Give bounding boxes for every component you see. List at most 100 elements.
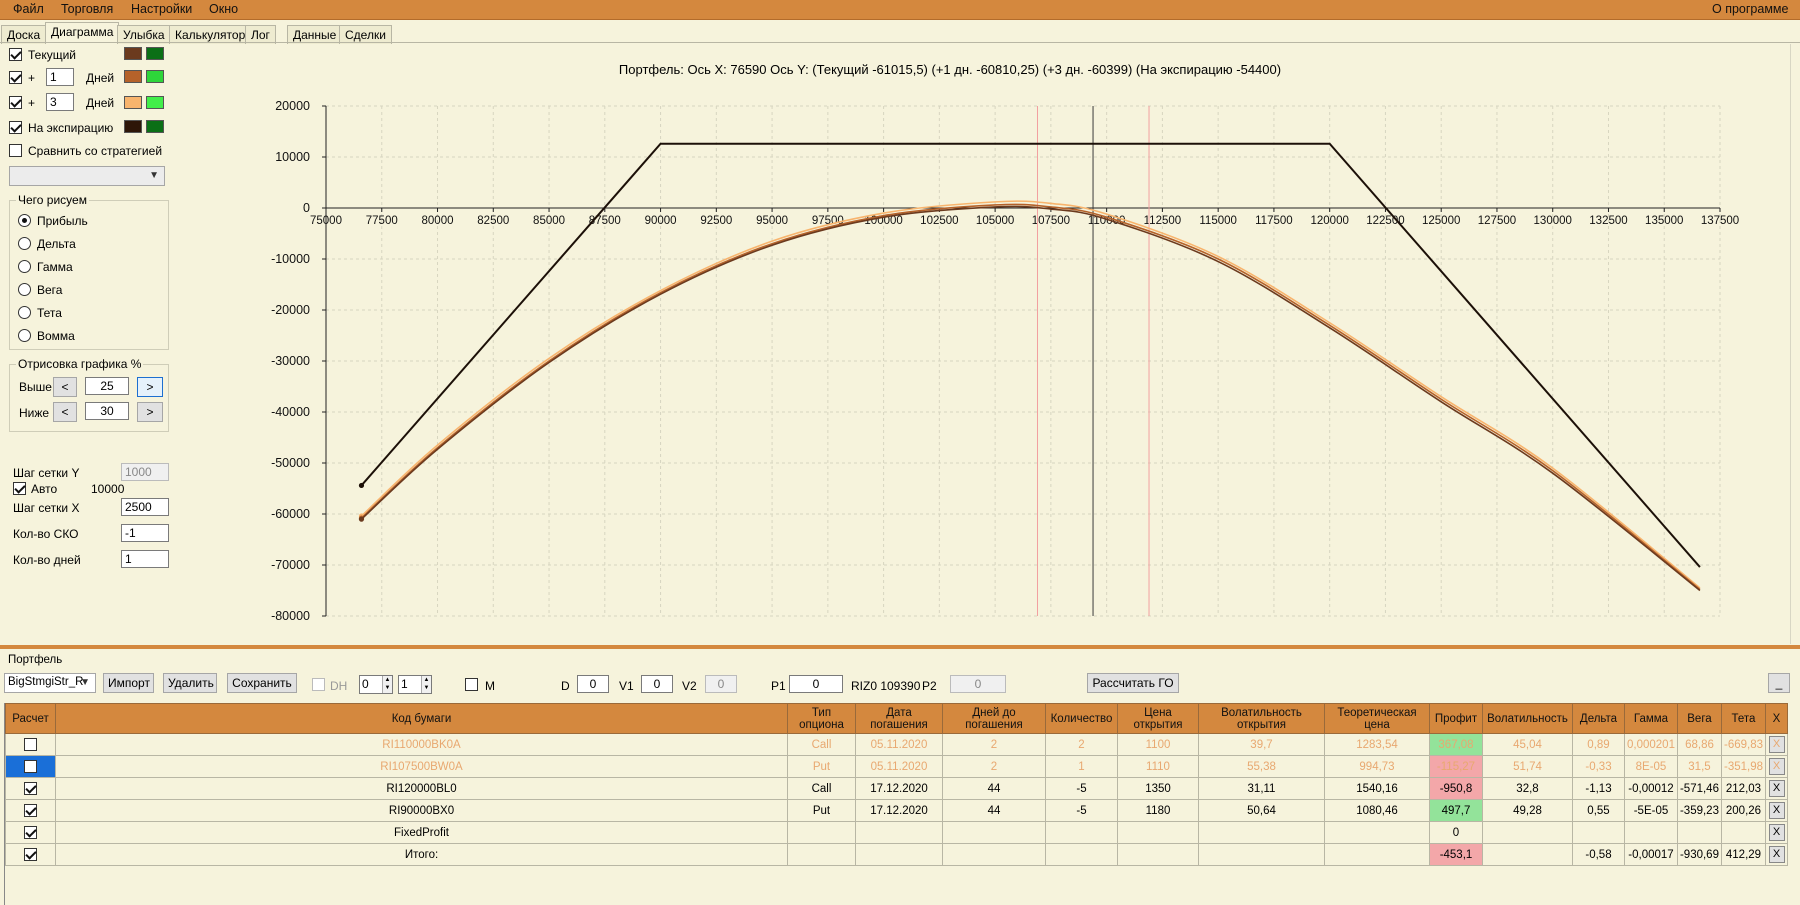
remove-row-button[interactable]: X: [1768, 846, 1785, 863]
cell-calc[interactable]: [5, 843, 56, 866]
positions-grid: Расчет Код бумаги Тип опциона Дата погаш…: [4, 703, 1796, 905]
compare-checkbox[interactable]: [9, 144, 22, 157]
calc-checkbox[interactable]: [24, 826, 37, 839]
import-button[interactable]: Импорт: [103, 673, 154, 693]
v2-input[interactable]: 0: [705, 675, 737, 693]
v1-input[interactable]: 0: [641, 675, 673, 693]
table-row[interactable]: RI90000BX0 Put 17.12.2020 44 -5 1180 50,64 1080…: [5, 799, 1788, 822]
calc-checkbox[interactable]: [24, 782, 37, 795]
menu-about[interactable]: О программе: [1712, 2, 1788, 16]
calc-go-button[interactable]: Рассчитать ГО: [1087, 673, 1179, 693]
col-delta[interactable]: Дельта: [1572, 703, 1625, 734]
days-label: Дней: [86, 96, 115, 110]
minimize-button[interactable]: _: [1768, 673, 1790, 693]
chart-scrollbar[interactable]: [1790, 44, 1800, 644]
menu-file[interactable]: Файл: [13, 2, 44, 16]
remove-row-button[interactable]: X: [1768, 824, 1785, 841]
auto-value: 10000: [91, 482, 125, 496]
cell-calc[interactable]: [5, 777, 56, 800]
exp-color-a[interactable]: [124, 120, 142, 133]
below-input[interactable]: 30: [85, 402, 129, 420]
col-open[interactable]: Цена открытия: [1117, 703, 1199, 734]
col-date[interactable]: Дата погашения: [855, 703, 943, 734]
col-type[interactable]: Тип опциона: [787, 703, 856, 734]
menu-settings[interactable]: Настройки: [131, 2, 192, 16]
table-row[interactable]: RI110000BK0A Call 05.11.2020 2 2 1100 39,7 1283…: [5, 733, 1788, 756]
table-row[interactable]: RI107500BW0A Put 05.11.2020 2 1 1110 55,38 994,…: [5, 755, 1788, 778]
spin2-input[interactable]: 1 ▲ ▼: [398, 675, 432, 694]
current-color-a[interactable]: [124, 47, 142, 60]
menu-window[interactable]: Окно: [209, 2, 238, 16]
spin1-input[interactable]: 0 ▲ ▼: [359, 675, 393, 694]
radio-delta[interactable]: [18, 237, 31, 250]
col-theo[interactable]: Теоретическая цена: [1324, 703, 1430, 734]
m-checkbox[interactable]: [465, 678, 478, 691]
radio-theta[interactable]: [18, 306, 31, 319]
table-row[interactable]: RI120000BL0 Call 17.12.2020 44 -5 1350 31,11 15…: [5, 777, 1788, 800]
radio-vomma[interactable]: [18, 329, 31, 342]
menu-trade[interactable]: Торговля: [61, 2, 113, 16]
col-calc[interactable]: Расчет: [5, 703, 56, 734]
table-row[interactable]: Итого: -453,1 -0,58 -0,00017 -930,69 412,29 X: [5, 843, 1788, 866]
cell-calc[interactable]: [5, 799, 56, 822]
panel-splitter[interactable]: [0, 645, 1800, 649]
d2-color-a[interactable]: [124, 96, 142, 109]
cell-delta: -1,13: [1572, 777, 1625, 800]
d-input[interactable]: 0: [577, 675, 609, 693]
remove-row-button[interactable]: X: [1768, 736, 1785, 753]
auto-checkbox[interactable]: [13, 482, 26, 495]
p2-input[interactable]: 0: [950, 675, 1006, 693]
x-tick-label: 130000: [1534, 215, 1572, 227]
table-row[interactable]: FixedProfit 0 X: [5, 821, 1788, 844]
col-vega[interactable]: Вега: [1676, 703, 1722, 734]
cell-days: 44: [942, 799, 1046, 822]
dh-checkbox[interactable]: [312, 678, 325, 691]
col-vol[interactable]: Волатильность: [1482, 703, 1573, 734]
radio-profit[interactable]: [18, 214, 31, 227]
current-checkbox[interactable]: [9, 48, 22, 61]
below-decrease-button[interactable]: <: [53, 402, 77, 422]
d1-color-a[interactable]: [124, 70, 142, 83]
calc-checkbox[interactable]: [24, 738, 37, 751]
radio-gamma[interactable]: [18, 260, 31, 273]
col-profit[interactable]: Профит: [1429, 703, 1483, 734]
col-gamma[interactable]: Гамма: [1624, 703, 1678, 734]
remove-row-button[interactable]: X: [1768, 780, 1785, 797]
save-button[interactable]: Сохранить: [227, 673, 297, 693]
remove-row-button[interactable]: X: [1768, 802, 1785, 819]
col-remove[interactable]: X: [1765, 703, 1788, 734]
p1-input[interactable]: 0: [789, 675, 843, 693]
cell-remove: X: [1765, 777, 1788, 800]
cell-date: [855, 821, 943, 844]
cell-calc[interactable]: [5, 733, 56, 756]
col-vol-open[interactable]: Волатильность открытия: [1198, 703, 1325, 734]
calc-checkbox[interactable]: [24, 848, 37, 861]
calc-checkbox[interactable]: [24, 804, 37, 817]
calc-checkbox[interactable]: [24, 760, 37, 773]
days1-checkbox[interactable]: [9, 71, 22, 84]
col-qty[interactable]: Количество: [1045, 703, 1118, 734]
portfolio-select[interactable]: BigStmgiStr_R ▼: [4, 673, 96, 693]
cell-theo: 1540,16: [1324, 777, 1430, 800]
spin-arrows-icon[interactable]: ▲ ▼: [421, 676, 431, 693]
strategy-select[interactable]: ▼: [9, 166, 165, 186]
cell-calc[interactable]: [5, 821, 56, 844]
col-theta[interactable]: Тета: [1720, 703, 1767, 734]
above-decrease-button[interactable]: <: [53, 377, 77, 397]
expiry-checkbox[interactable]: [9, 121, 22, 134]
days2-checkbox[interactable]: [9, 96, 22, 109]
cell-theta: [1720, 821, 1767, 844]
radio-vega[interactable]: [18, 283, 31, 296]
cell-calc[interactable]: [5, 755, 56, 778]
cell-code: RI110000BK0A: [55, 733, 788, 756]
spin-arrows-icon[interactable]: ▲ ▼: [382, 676, 392, 693]
days2-input[interactable]: 3: [46, 93, 74, 111]
delete-button[interactable]: Удалить: [163, 673, 217, 693]
col-code[interactable]: Код бумаги: [55, 703, 788, 734]
days1-input[interactable]: 1: [46, 68, 74, 86]
tab-diagram[interactable]: Диаграмма: [45, 22, 120, 44]
above-input[interactable]: 25: [85, 377, 129, 395]
remove-row-button[interactable]: X: [1768, 758, 1785, 775]
col-days[interactable]: Дней до погашения: [942, 703, 1046, 734]
profit-chart[interactable]: 75000 77500 80000 82500 85000 87500 90000 92500…: [160, 44, 1790, 644]
